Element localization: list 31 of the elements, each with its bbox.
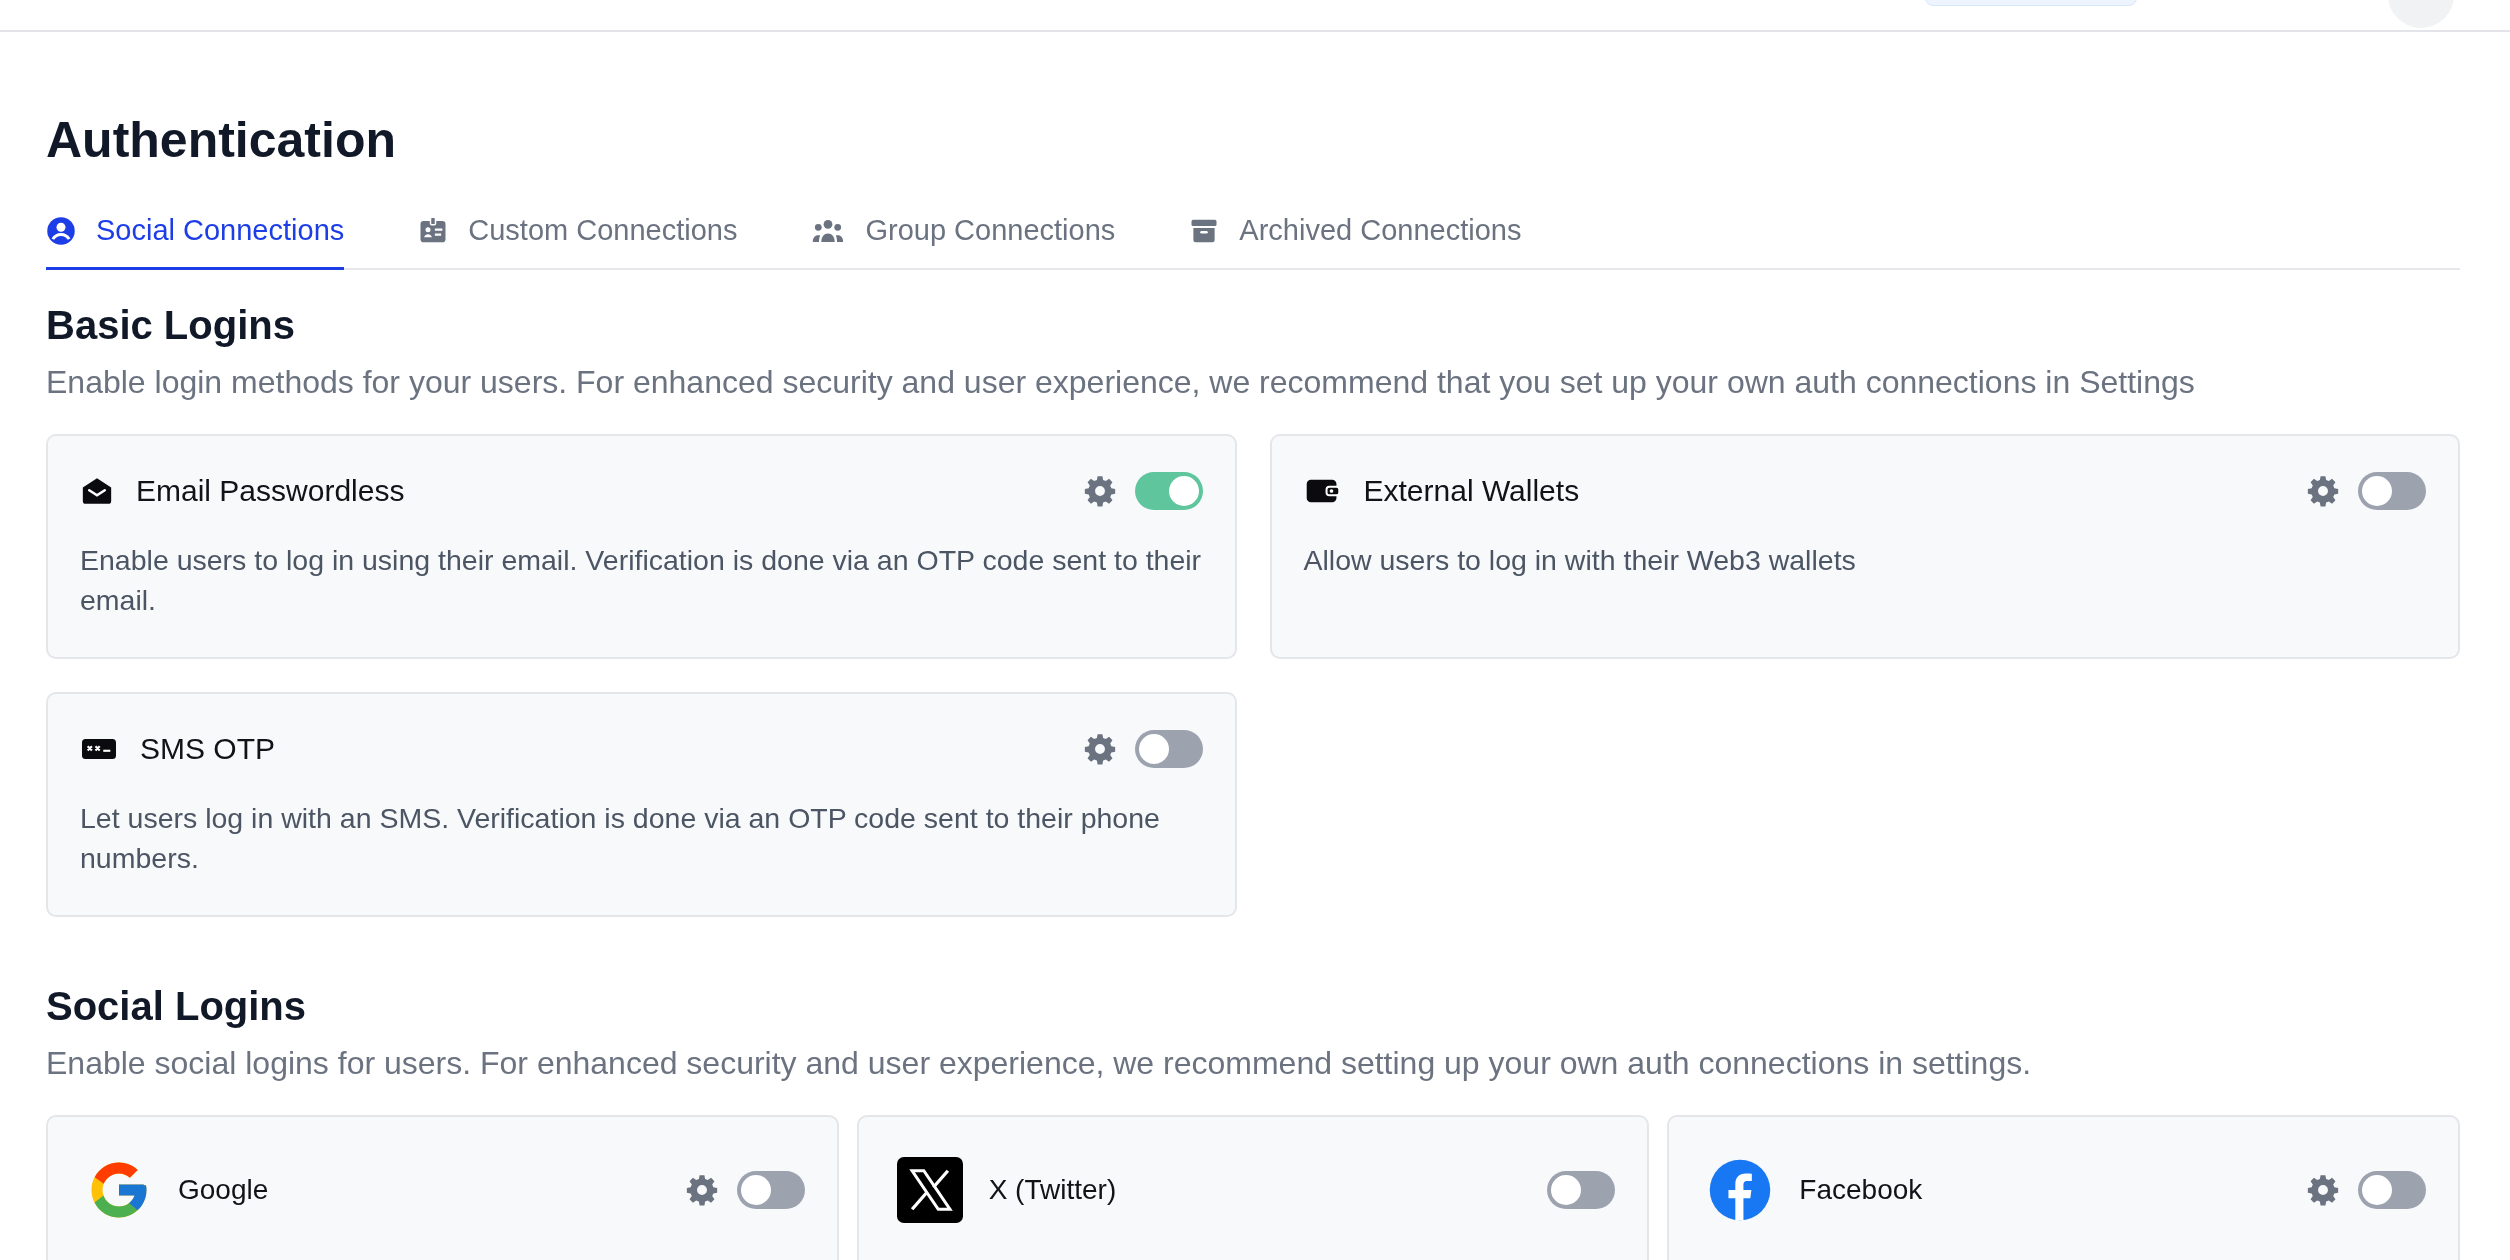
x-logo-icon (896, 1157, 963, 1223)
section-title: Social Logins (46, 983, 308, 1030)
section-description: Enable social logins for users. For enhanced security and user experience, we recommend setting up your own auth connections in settings. (46, 1044, 2033, 1083)
toggle-switch[interactable] (2358, 472, 2426, 510)
tab[interactable]: Group Connections (811, 214, 1116, 270)
toggle-switch[interactable] (2358, 1171, 2426, 1209)
tab[interactable]: Archived Connections (1189, 214, 1522, 270)
login-name: Google (178, 1174, 270, 1206)
settings-icon[interactable] (2306, 474, 2340, 508)
login-description: Let users log in with an SMS. Verification is done via an OTP code sent to their phone numbers. (80, 801, 1161, 876)
tab[interactable]: Custom Connections (418, 214, 738, 270)
toggle-switch[interactable] (1134, 730, 1203, 768)
toggle-switch[interactable] (1134, 472, 1203, 510)
toggle-switch[interactable] (1547, 1171, 1616, 1209)
login-name: X (Twitter) (988, 1174, 1118, 1206)
toggle-switch[interactable] (736, 1171, 805, 1209)
settings-icon[interactable] (2306, 1173, 2340, 1207)
login-name: External Wallets (1363, 474, 1581, 508)
section-title: Basic Logins (46, 302, 296, 349)
user-icon (46, 215, 76, 246)
login-name: Email Passwordless (136, 474, 406, 508)
section-description: Enable login methods for your users. For enhanced security and user experience, we recommend that you set up your own auth connections in Settings (46, 363, 2196, 402)
login-name: Facebook (1799, 1174, 1924, 1206)
page-title: Authentication (46, 111, 397, 170)
settings-icon[interactable] (684, 1173, 719, 1207)
login-description: Enable users to log in using their email. Verification is done via an OTP code sent to their email. (80, 543, 1203, 618)
settings-icon[interactable] (1082, 474, 1117, 508)
login-description: Allow users to log in with their Web3 wallets (1303, 543, 1857, 578)
login-name: SMS OTP (140, 732, 276, 766)
tab[interactable]: Social Connections (46, 214, 345, 270)
settings-icon[interactable] (1082, 732, 1117, 766)
